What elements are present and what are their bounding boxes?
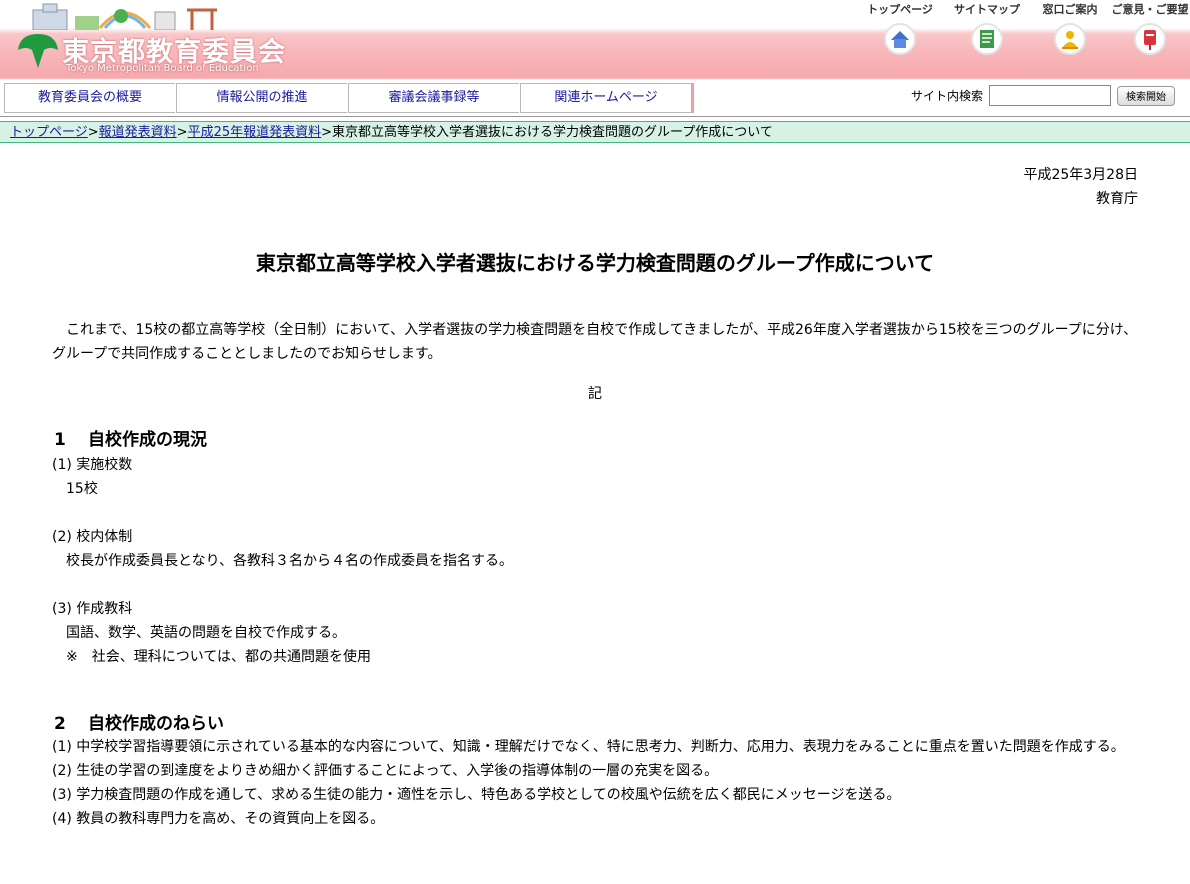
ginkgo-logo-icon[interactable] (16, 32, 60, 70)
top-link-feedback[interactable]: ご意見・ご要望 (1110, 0, 1190, 55)
site-header: 東京都教育委員会 Tokyo Metropolitan Board of Edu… (0, 0, 1190, 80)
postbox-icon[interactable] (1134, 23, 1166, 55)
list-item: (2) 校内体制 校長が作成委員長となり、各教科３名から４名の作成委員を指名する… (52, 525, 1142, 573)
list-item: (1) 中学校学習指導要領に示されている基本的な内容について、知識・理解だけでな… (52, 735, 1142, 831)
page-title: 東京都立高等学校入学者選抜における学力検査問題のグループ作成について (255, 251, 935, 275)
list-item: (3) 作成教科 国語、数学、英語の問題を自校で作成する。 ※ 社会、理科につい… (52, 597, 1142, 669)
aim-item: (4) 教員の教科専門力を高め、その資質向上を図る。 (52, 811, 385, 827)
ki-marker: 記 (588, 386, 602, 402)
site-search: サイト内検索 検索開始 (911, 85, 1175, 106)
item-label: (2) 校内体制 (52, 529, 133, 545)
main-nav: 教育委員会の概要 情報公開の推進 審議会議事録等 関連ホームページ (4, 83, 695, 113)
top-link-sitemap-label[interactable]: サイトマップ (947, 1, 1027, 17)
issue-date: 平成25年3月28日 (1023, 167, 1138, 183)
breadcrumb-separator: > (176, 125, 188, 140)
aim-item: (2) 生徒の学習の到達度をよりきめ細かく評価することによって、入学後の指導体制… (52, 763, 719, 779)
section-heading-2: 2 自校作成のねらい (54, 709, 224, 734)
top-link-contact[interactable]: 窓口ご案内 (1030, 0, 1110, 55)
breadcrumb-current: 東京都立高等学校入学者選抜における学力検査問題のグループ作成について (332, 125, 773, 140)
top-link-home[interactable]: トップページ (860, 0, 940, 55)
item-body: 校長が作成委員長となり、各教科３名から４名の作成委員を指名する。 (66, 553, 514, 569)
top-link-home-label[interactable]: トップページ (860, 1, 940, 17)
intro-paragraph: これまで、15校の都立高等学校（全日制）において、入学者選抜の学力検査問題を自校… (52, 322, 1138, 362)
issuer: 教育庁 (1096, 191, 1138, 207)
section-heading-text: 自校作成の現況 (88, 430, 207, 450)
nav-item-minutes[interactable]: 審議会議事録等 (348, 83, 519, 113)
skyline-illustration-icon (32, 3, 217, 30)
issue-block: 平成25年3月28日 教育庁 (1023, 163, 1138, 211)
breadcrumb-separator: > (87, 125, 99, 140)
item-note: ※ 社会、理科については、都の共通問題を使用 (66, 649, 372, 665)
list-item: (1) 実施校数 15校 (52, 453, 1142, 501)
breadcrumb: トップページ>報道発表資料>平成25年報道発表資料>東京都立高等学校入学者選抜に… (0, 121, 1190, 143)
section-heading-text: 自校作成のねらい (88, 714, 224, 734)
nav-row: 教育委員会の概要 情報公開の推進 審議会議事録等 関連ホームページ サイト内検索… (0, 80, 1190, 117)
search-label: サイト内検索 (910, 89, 983, 103)
aim-item: (3) 学力検査問題の作成を通して、求める生徒の能力・適性を示し、特色ある学校と… (52, 787, 901, 803)
breadcrumb-separator: > (321, 125, 333, 140)
nav-item-overview[interactable]: 教育委員会の概要 (4, 83, 175, 113)
document-icon[interactable] (971, 23, 1003, 55)
person-icon[interactable] (1054, 23, 1086, 55)
section-number: 1 (54, 430, 66, 450)
section-number: 2 (54, 714, 66, 734)
section-heading-1: 1 自校作成の現況 (54, 425, 207, 450)
search-input[interactable] (989, 85, 1111, 106)
home-icon[interactable] (884, 23, 916, 55)
top-link-contact-label[interactable]: 窓口ご案内 (1030, 1, 1110, 17)
item-body: 国語、数学、英語の問題を自校で作成する。 (66, 625, 346, 641)
item-label: (1) 実施校数 (52, 457, 133, 473)
top-link-feedback-label[interactable]: ご意見・ご要望 (1110, 1, 1190, 17)
breadcrumb-link-h25-press[interactable]: 平成25年報道発表資料 (188, 125, 322, 140)
nav-item-disclosure[interactable]: 情報公開の推進 (176, 83, 347, 113)
item-label: (3) 作成教科 (52, 601, 133, 617)
breadcrumb-link-top[interactable]: トップページ (10, 125, 88, 140)
nav-item-related-sites[interactable]: 関連ホームページ (520, 83, 694, 113)
top-link-sitemap[interactable]: サイトマップ (947, 0, 1027, 55)
search-button[interactable]: 検索開始 (1117, 85, 1175, 106)
aim-item: (1) 中学校学習指導要領に示されている基本的な内容について、知識・理解だけでな… (52, 739, 1125, 755)
site-subtitle: Tokyo Metropolitan Board of Education (66, 63, 259, 74)
breadcrumb-link-press[interactable]: 報道発表資料 (99, 125, 177, 140)
item-body: 15校 (66, 481, 98, 497)
